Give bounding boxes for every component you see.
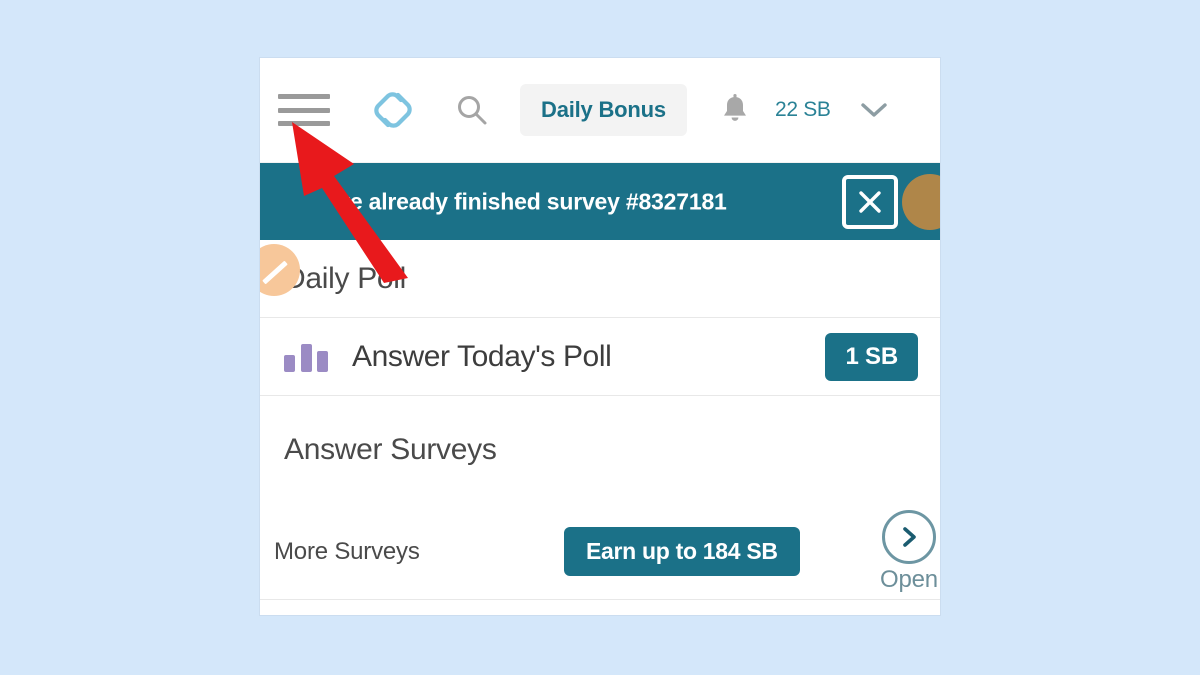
app-header: Daily Bonus 22 SB (260, 58, 940, 163)
notification-banner: 've already finished survey #8327181 (260, 163, 940, 240)
earn-up-to-button[interactable]: Earn up to 184 SB (564, 527, 800, 576)
bar-1 (284, 354, 295, 372)
daily-poll-section-header: Daily Poll (260, 240, 940, 318)
more-surveys-row[interactable]: More Surveys Earn up to 184 SB Open (260, 504, 940, 600)
hamburger-bar-2 (278, 107, 330, 113)
more-surveys-label: More Surveys (274, 537, 420, 565)
bar-chart-icon (284, 342, 328, 372)
chevron-right-circle-icon (881, 509, 936, 564)
user-avatar-icon (902, 173, 940, 230)
open-surveys-action[interactable]: Open (880, 509, 938, 594)
hamburger-menu-icon[interactable] (278, 90, 330, 130)
daily-poll-title: Daily Poll (284, 261, 407, 295)
hamburger-bar-1 (278, 94, 330, 99)
banner-message: 've already finished survey #8327181 (332, 188, 727, 214)
daily-bonus-button[interactable]: Daily Bonus (520, 84, 687, 136)
bar-3 (317, 350, 328, 372)
answer-todays-poll-row[interactable]: Answer Today's Poll 1 SB (260, 318, 940, 396)
answer-surveys-section-header: Answer Surveys (260, 396, 940, 504)
frame-footer (260, 600, 940, 615)
chevron-down-icon[interactable] (857, 93, 891, 127)
open-label: Open (880, 565, 938, 593)
swagbucks-logo-icon[interactable] (364, 81, 422, 139)
bar-2 (300, 343, 312, 372)
close-x-icon[interactable] (842, 174, 898, 229)
search-icon[interactable] (452, 90, 492, 130)
sb-balance-value[interactable]: 22 SB (775, 98, 831, 122)
notification-bell-icon[interactable] (717, 90, 753, 130)
app-window: Daily Bonus 22 SB 've already finished s… (260, 58, 940, 615)
poll-reward-badge[interactable]: 1 SB (825, 332, 918, 381)
hamburger-bar-3 (278, 121, 330, 126)
answer-surveys-title: Answer Surveys (284, 433, 497, 466)
answer-todays-poll-label: Answer Today's Poll (352, 339, 612, 373)
